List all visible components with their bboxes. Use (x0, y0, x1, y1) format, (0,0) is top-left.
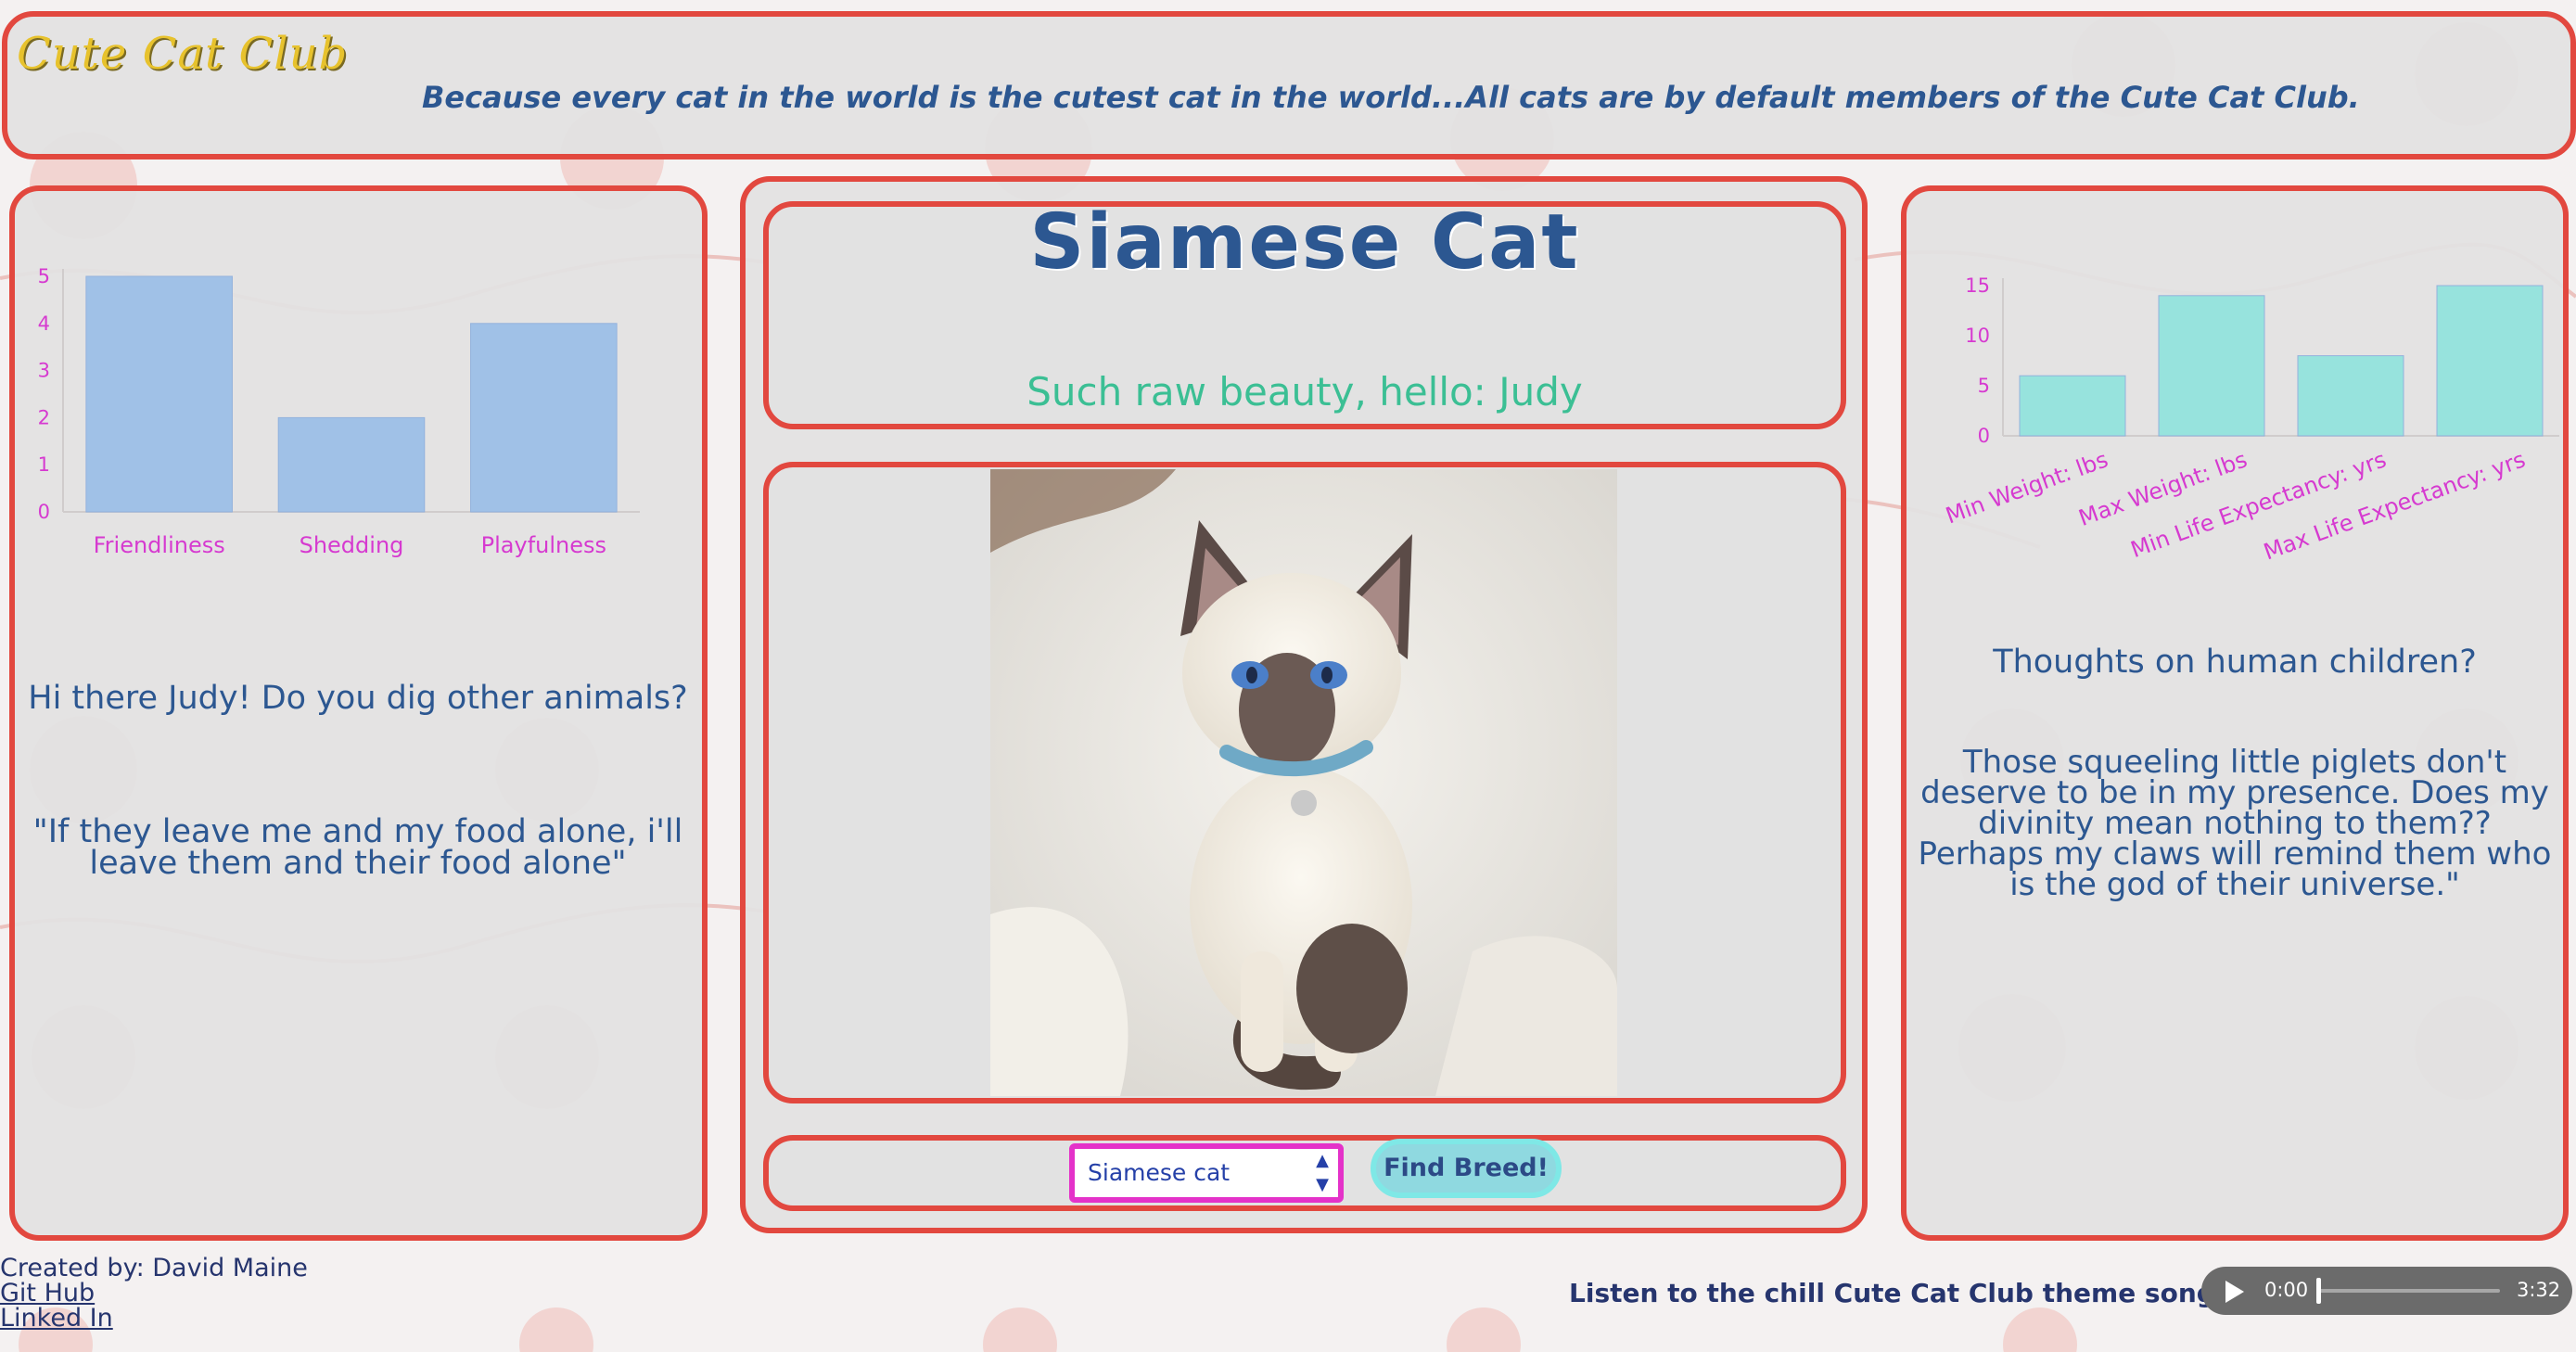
tagline: Because every cat in the world is the cu… (422, 80, 2360, 115)
temperament-chart: 0 1 2 3 4 5 Friendliness Shedding Playfulness (38, 265, 640, 558)
bar (85, 275, 233, 513)
stats-chart: 051015Min Weight: lbsMax Weight: lbsMin … (1943, 274, 2559, 566)
audio-current-time: 0:00 (2264, 1279, 2309, 1301)
greeting-text: Such raw beauty, hello: Judy (1027, 369, 1583, 415)
bar (470, 323, 618, 513)
bar (2297, 355, 2404, 437)
breed-title: Siamese Cat (1029, 198, 1580, 287)
song-prompt: Listen to the chill Cute Cat Club theme … (1569, 1278, 2280, 1308)
x-category-label: Playfulness (481, 532, 606, 558)
y-tick-label: 0 (1978, 425, 1990, 447)
bar (277, 416, 426, 513)
x-category-label: Friendliness (94, 532, 225, 558)
y-tick-label: 5 (38, 265, 50, 287)
audio-seek-bar[interactable] (2318, 1289, 2500, 1293)
y-tick-label: 3 (38, 360, 50, 382)
y-tick-label: 5 (1978, 375, 1990, 397)
y-tick-label: 0 (38, 501, 50, 523)
github-link[interactable]: Git Hub (0, 1281, 308, 1306)
play-icon[interactable] (2225, 1281, 2244, 1303)
x-category-label: Shedding (300, 532, 404, 558)
audio-player: 0:00 3:32 (2201, 1267, 2572, 1315)
credit-text: Created by: David Maine (0, 1254, 308, 1282)
bar (2436, 285, 2544, 437)
bar (2158, 295, 2265, 437)
y-tick-label: 2 (38, 406, 50, 428)
breed-select[interactable]: Siamese cat ▲ ▼ (1069, 1143, 1344, 1203)
y-tick-label: 10 (1965, 325, 1990, 347)
audio-total-time: 3:32 (2517, 1279, 2561, 1301)
left-answer: "If they leave me and my food alone, i'l… (32, 813, 683, 882)
audio-seek-thumb[interactable] (2316, 1278, 2321, 1304)
linkedin-link[interactable]: Linked In (0, 1306, 308, 1331)
select-arrows-icon: ▲ ▼ (1316, 1151, 1329, 1194)
breed-select-value: Siamese cat (1088, 1159, 1231, 1186)
x-category-label: Min Life Expectancy: yrs (2127, 446, 2390, 563)
right-answer: Those squeeling little piglets don't des… (1918, 744, 2552, 903)
site-title: Cute Cat Club (17, 28, 349, 80)
y-tick-label: 4 (38, 312, 50, 335)
bar (2019, 375, 2126, 437)
x-category-label: Max Life Expectancy: yrs (2260, 446, 2529, 565)
cat-photo (990, 469, 1617, 1096)
footer-credit-block: Created by: David Maine Git Hub Linked I… (0, 1256, 308, 1331)
right-question: Thoughts on human children? (1993, 644, 2477, 681)
y-tick-label: 15 (1965, 274, 1990, 297)
find-breed-button[interactable]: Find Breed! (1371, 1139, 1562, 1198)
left-question: Hi there Judy! Do you dig other animals? (28, 680, 688, 717)
y-tick-label: 1 (38, 453, 50, 476)
